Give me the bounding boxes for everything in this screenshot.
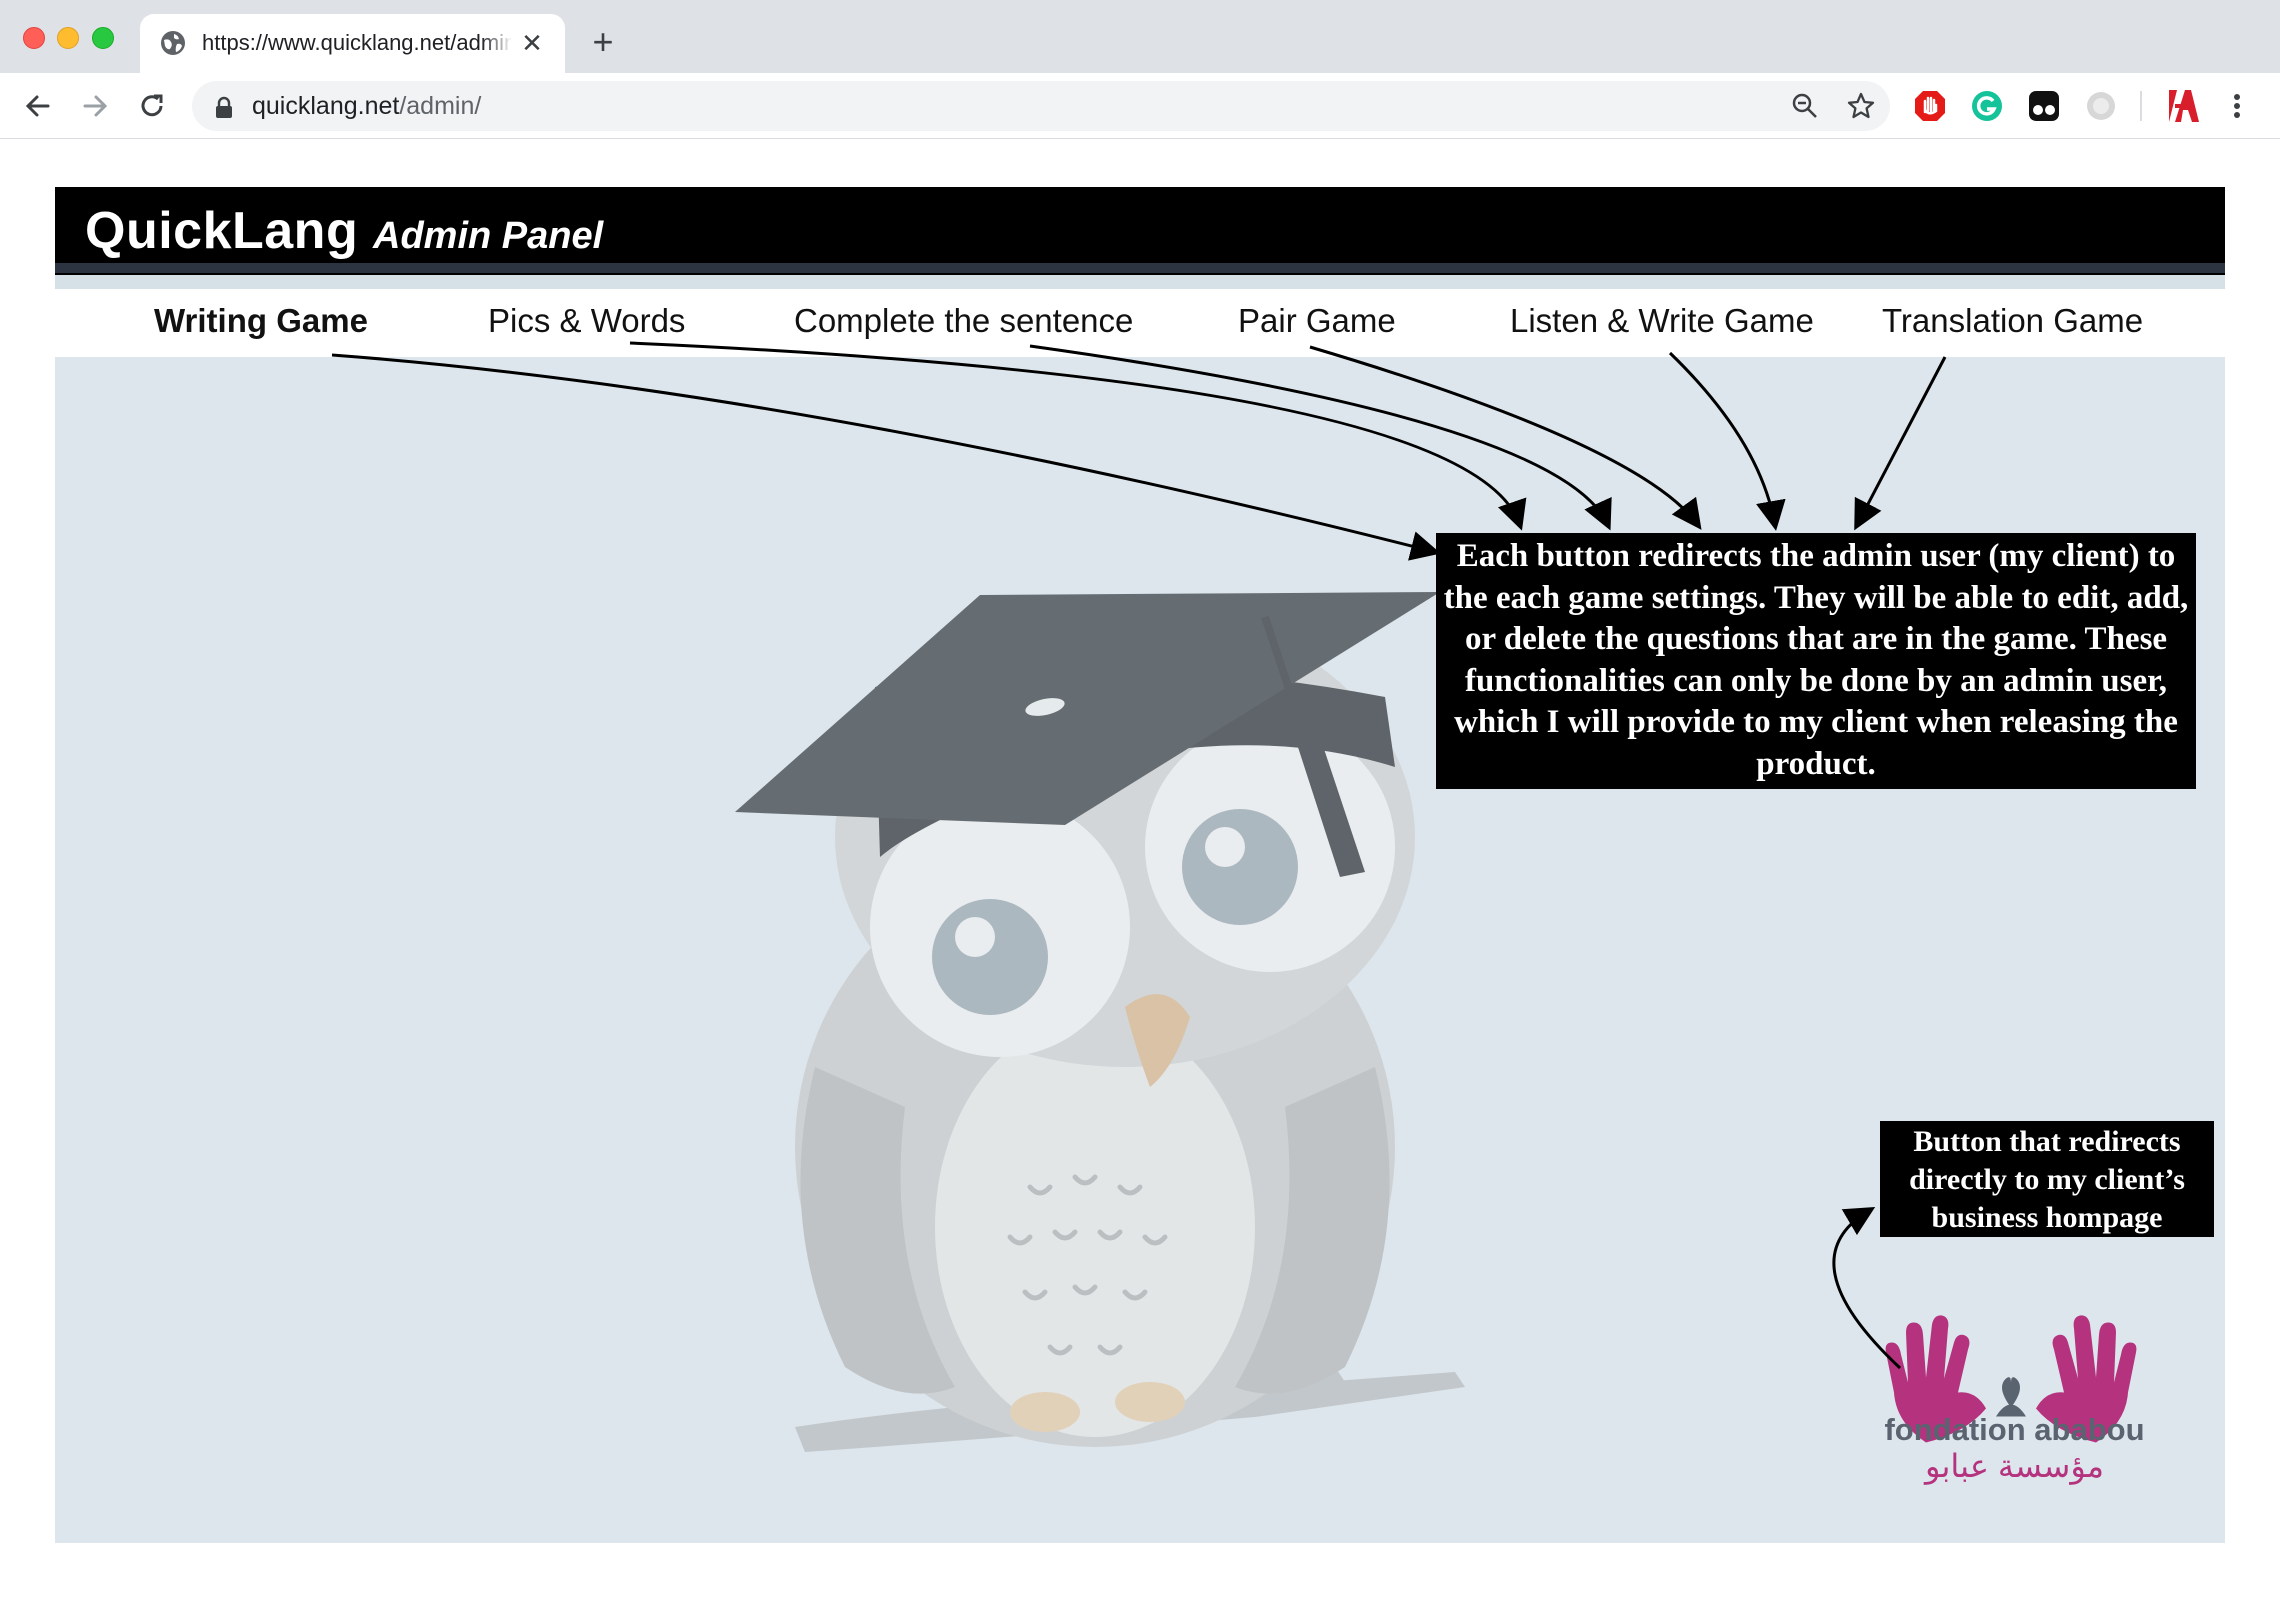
nav-pair-game[interactable]: Pair Game [1238,299,1396,343]
owl-mascot-icon [735,592,1465,1452]
nav-listen-write-game[interactable]: Listen & Write Game [1510,299,1814,343]
game-nav: Writing Game Pics & Words Complete the s… [55,289,2225,357]
toolbar-divider [2140,91,2142,121]
adblock-icon[interactable] [1913,89,1947,123]
logo-name: fondation ababou [1884,1412,2145,1447]
menu-icon[interactable] [2225,89,2249,123]
nav-pics-words[interactable]: Pics & Words [488,299,685,343]
admin-header: QuickLang Admin Panel [55,187,2225,275]
nav-complete-sentence[interactable]: Complete the sentence [794,299,1133,343]
url-path: /admin/ [399,92,482,120]
lock-icon [216,96,232,118]
logo-arabic-name: مؤسسة عبابو [1924,1448,2104,1484]
browser-toolbar: quicklang.net/admin/ [0,73,2280,139]
extension-icon[interactable] [2084,89,2118,123]
minimize-window-button[interactable] [57,27,79,49]
star-icon[interactable] [1845,90,1877,122]
header-subbar [55,275,2225,289]
address-bar[interactable]: quicklang.net/admin/ [192,81,1890,131]
close-window-button[interactable] [23,27,45,49]
globe-icon [161,31,185,55]
tab-close-icon[interactable]: ✕ [517,28,547,58]
tampermonkey-icon[interactable] [2027,89,2061,123]
forward-icon[interactable] [75,86,115,126]
nav-translation-game[interactable]: Translation Game [1882,299,2143,343]
new-tab-button[interactable]: + [585,24,621,60]
browser-tab-bar: https://www.quicklang.net/admin/ ✕ + [0,0,2280,73]
translate-icon[interactable] [2163,86,2203,126]
browser-tab[interactable]: https://www.quicklang.net/admin/ ✕ [140,14,565,73]
grammarly-icon[interactable] [1970,89,2004,123]
annotation-logo-button: Button that redirects directly to my cli… [1880,1121,2214,1237]
url-text: quicklang.net/admin/ [252,90,481,122]
nav-writing-game[interactable]: Writing Game [154,299,368,343]
header-strip [55,263,2225,273]
reload-icon[interactable] [132,86,172,126]
zoom-icon[interactable] [1789,90,1821,122]
maximize-window-button[interactable] [92,27,114,49]
annotation-game-buttons: Each button redirects the admin user (my… [1436,533,2196,789]
url-host: quicklang.net [252,92,400,120]
tab-title: https://www.quicklang.net/admin/ [202,28,512,58]
page-title: Admin Panel [373,215,604,257]
back-icon[interactable] [18,86,58,126]
brand-logo-text[interactable]: QuickLang [85,201,358,261]
